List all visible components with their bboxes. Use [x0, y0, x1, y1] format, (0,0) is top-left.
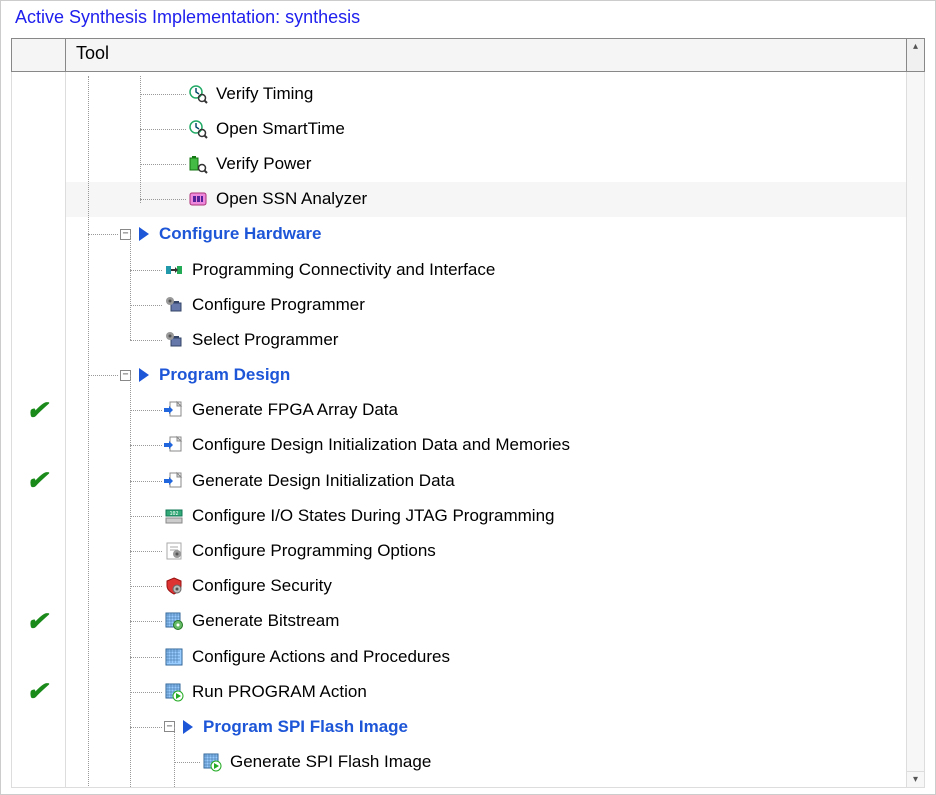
tree-item-configure-programmer[interactable]: Configure Programmer	[66, 287, 906, 322]
item-label: Configure I/O States During JTAG Program…	[192, 506, 555, 526]
item-label: Generate Design Initialization Data	[192, 471, 455, 491]
clock-magnify-icon	[188, 84, 208, 104]
tree-item-verify-timing[interactable]: Verify Timing	[66, 76, 906, 111]
tree-panel[interactable]: Verify Timing Open SmartTime Verify Power O…	[66, 72, 906, 787]
item-label: Select Programmer	[192, 330, 338, 350]
item-label: Generate Bitstream	[192, 611, 339, 631]
tree-item-generate-fpga-array-data[interactable]: Generate FPGA Array Data	[66, 393, 906, 428]
item-label: Verify Power	[216, 154, 311, 174]
page-title: Active Synthesis Implementation: synthes…	[1, 1, 935, 38]
tree-item-select-programmer[interactable]: Select Programmer	[66, 322, 906, 357]
gear-programmer-icon	[164, 295, 184, 315]
ssn-icon	[188, 189, 208, 209]
category-label: Configure Hardware	[159, 224, 321, 244]
item-label: Run PROGRAM Action	[192, 682, 367, 702]
tree-item-open-ssn-analyzer[interactable]: Open SSN Analyzer	[66, 182, 906, 217]
category-label: Program SPI Flash Image	[203, 717, 408, 737]
item-label: Configure Security	[192, 576, 332, 596]
item-label: Generate SPI Flash Image	[230, 752, 431, 772]
tree-item-programming-connectivity-and-interface[interactable]: Programming Connectivity and Interface	[66, 252, 906, 287]
tree-item-generate-spi-flash-image[interactable]: Generate SPI Flash Image	[66, 745, 906, 780]
tree-item-run-program-action[interactable]: Run PROGRAM Action	[66, 674, 906, 709]
category-program-spi-flash[interactable]: −Program SPI Flash Image	[66, 709, 906, 744]
run-arrow-icon	[139, 227, 149, 241]
run-arrow-icon	[183, 720, 193, 734]
item-label: Generate FPGA Array Data	[192, 400, 398, 420]
bitstream-play-icon	[202, 752, 222, 772]
tool-grid: Tool ▴ ✔✔✔✔ Verify TimingOpen SmartTimeV…	[11, 38, 925, 788]
connectivity-icon	[164, 260, 184, 280]
checkmark-icon: ✔	[26, 465, 48, 496]
run-arrow-icon	[139, 368, 149, 382]
column-header-row: Tool ▴	[11, 38, 925, 72]
bitstream-icon	[164, 647, 184, 667]
doc-arrow-icon	[164, 400, 184, 420]
scroll-up-button[interactable]: ▴	[906, 39, 924, 71]
checkmark-icon: ✔	[26, 606, 48, 637]
vertical-scrollbar[interactable]: ▾	[906, 72, 924, 787]
item-label: Configure Programming Options	[192, 541, 436, 561]
tree-item-configure-security[interactable]: Configure Security	[66, 569, 906, 604]
tree-item-verify-power[interactable]: Verify Power	[66, 146, 906, 181]
category-configure-hardware[interactable]: −Configure Hardware	[66, 217, 906, 252]
shield-icon	[164, 576, 184, 596]
item-label: Open SmartTime	[216, 119, 345, 139]
options-icon	[164, 541, 184, 561]
status-column-header	[12, 39, 66, 71]
tree-item-configure-design-initialization-data-and-memories[interactable]: Configure Design Initialization Data and…	[66, 428, 906, 463]
tree-item-configure-i-o-states-during-jtag-programming[interactable]: 102 Configure I/O States During JTAG Prog…	[66, 498, 906, 533]
tree-item-generate-design-initialization-data[interactable]: Generate Design Initialization Data	[66, 463, 906, 498]
bitstream-gear-icon	[164, 611, 184, 631]
checkmark-icon: ✔	[26, 676, 48, 707]
item-label: Configure Design Initialization Data and…	[192, 435, 570, 455]
tree-item-configure-actions-and-procedures[interactable]: Configure Actions and Procedures	[66, 639, 906, 674]
svg-text:102: 102	[169, 511, 178, 517]
clock-magnify-icon	[188, 119, 208, 139]
tree-item-run-program-spi-image-action[interactable]: Run PROGRAM_SPI_IMAGE Action	[66, 780, 906, 787]
item-label: Programming Connectivity and Interface	[192, 260, 495, 280]
tree-item-configure-programming-options[interactable]: Configure Programming Options	[66, 533, 906, 568]
status-column: ✔ ✔ ✔ ✔	[12, 72, 66, 787]
item-label: Verify Timing	[216, 84, 313, 104]
category-label: Program Design	[159, 365, 290, 385]
category-program-design[interactable]: −Program Design	[66, 358, 906, 393]
scroll-down-button[interactable]: ▾	[907, 771, 924, 787]
bitstream-play-icon	[164, 682, 184, 702]
gear-programmer-icon	[164, 330, 184, 350]
doc-arrow-icon	[164, 471, 184, 491]
tree-item-open-smarttime[interactable]: Open SmartTime	[66, 111, 906, 146]
doc-arrow-icon	[164, 435, 184, 455]
checkmark-icon: ✔	[26, 395, 48, 426]
item-label: Configure Actions and Procedures	[192, 647, 450, 667]
battery-magnify-icon	[188, 154, 208, 174]
item-label: Configure Programmer	[192, 295, 365, 315]
item-label: Open SSN Analyzer	[216, 189, 367, 209]
tool-column-header[interactable]: Tool	[66, 39, 906, 71]
tree-item-generate-bitstream[interactable]: Generate Bitstream	[66, 604, 906, 639]
io-icon: 102	[164, 506, 184, 526]
